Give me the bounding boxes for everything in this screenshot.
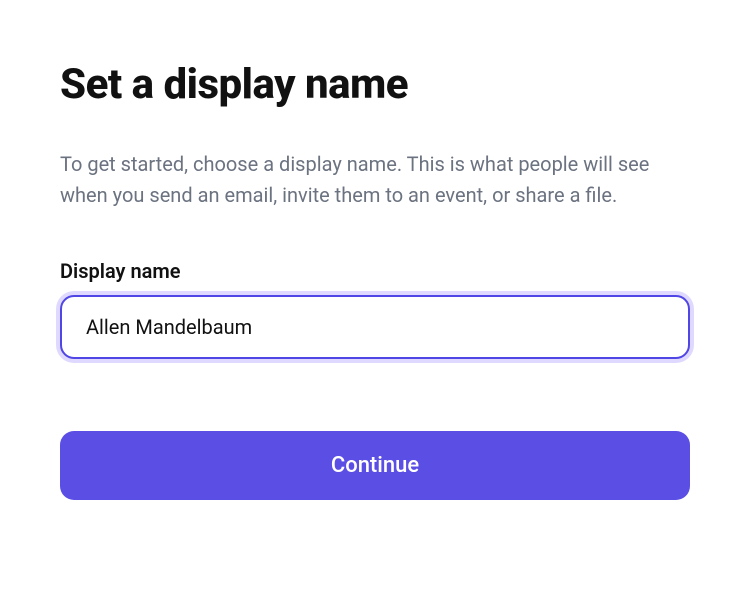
continue-button[interactable]: Continue — [60, 431, 690, 500]
display-name-label: Display name — [60, 259, 690, 283]
display-name-input[interactable] — [60, 295, 690, 359]
page-description: To get started, choose a display name. T… — [60, 149, 690, 211]
page-title: Set a display name — [60, 60, 690, 109]
display-name-field-wrapper — [60, 295, 690, 359]
